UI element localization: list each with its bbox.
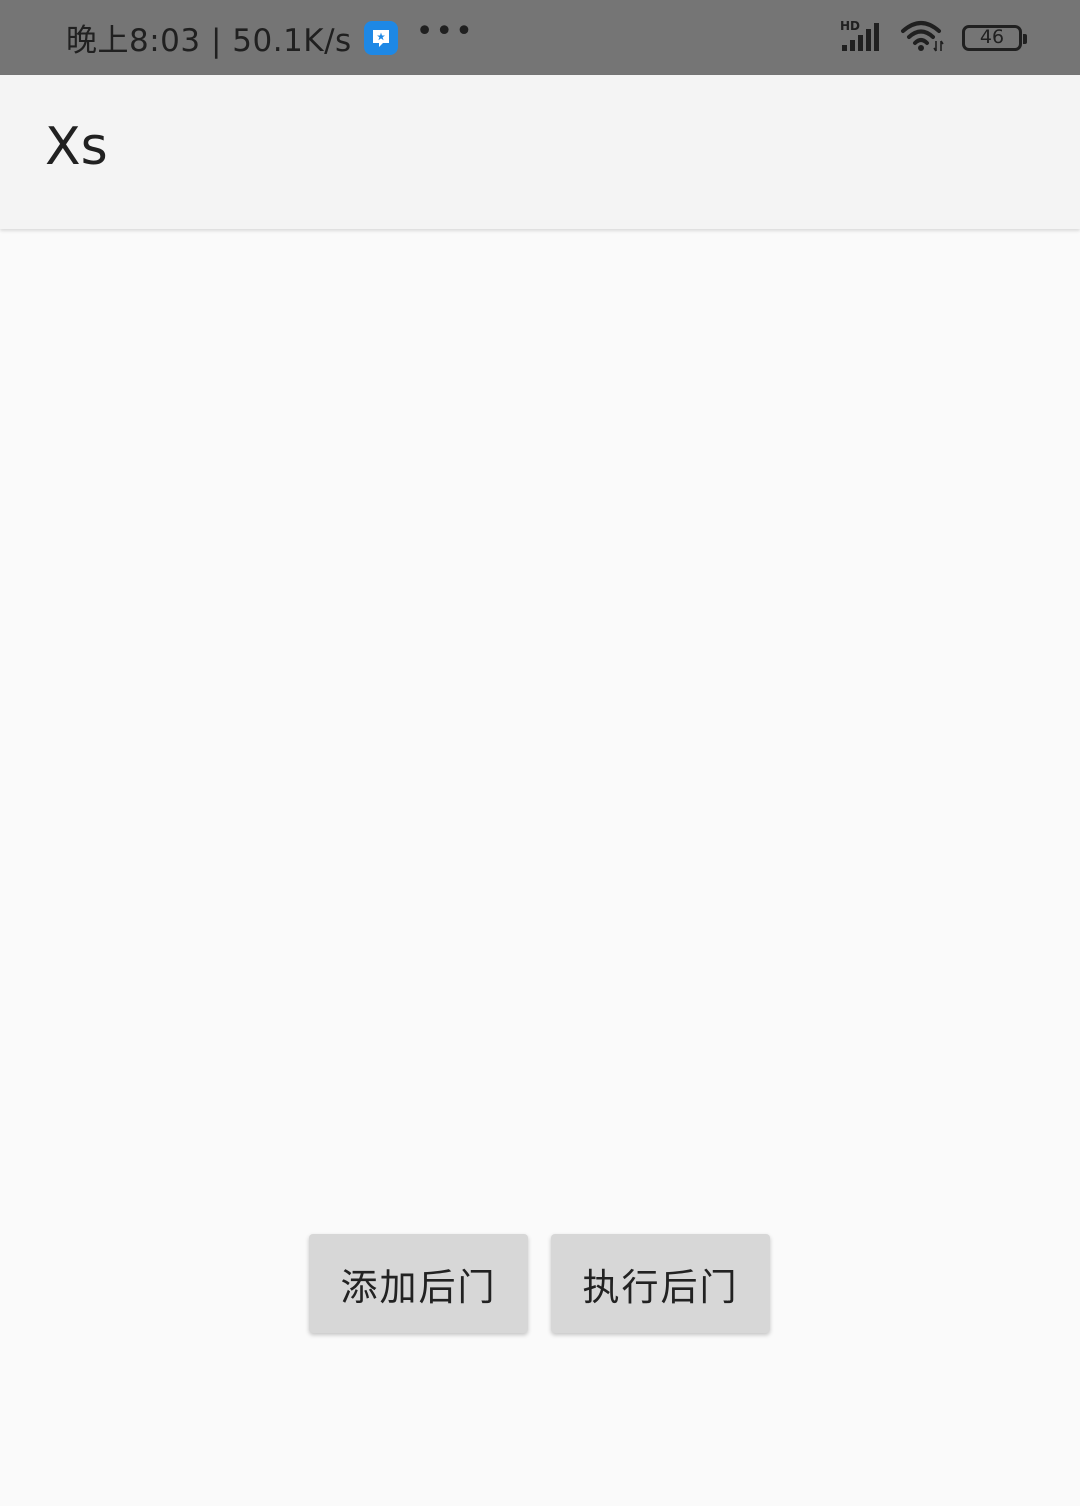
more-notifications-icon: ••• <box>415 13 475 49</box>
battery-level: 46 <box>979 26 1005 48</box>
network-type-label: HD <box>840 19 860 33</box>
execute-backdoor-button[interactable]: 执行后门 <box>551 1234 770 1333</box>
status-time-speed: 晚上8:03 | 50.1K/s <box>66 23 352 59</box>
app-title: Xs <box>45 117 108 177</box>
signal-icon: HD <box>840 19 884 57</box>
qq-notification-icon <box>363 20 398 55</box>
wifi-icon <box>900 19 946 57</box>
add-backdoor-button[interactable]: 添加后门 <box>309 1234 528 1333</box>
status-right: HD 46 <box>840 0 1027 75</box>
battery-icon: 46 <box>962 24 1027 51</box>
status-left: 晚上8:03 | 50.1K/s ••• <box>66 0 475 75</box>
app-bar: Xs <box>0 75 1080 229</box>
status-bar: 晚上8:03 | 50.1K/s ••• HD 46 <box>0 0 1080 75</box>
